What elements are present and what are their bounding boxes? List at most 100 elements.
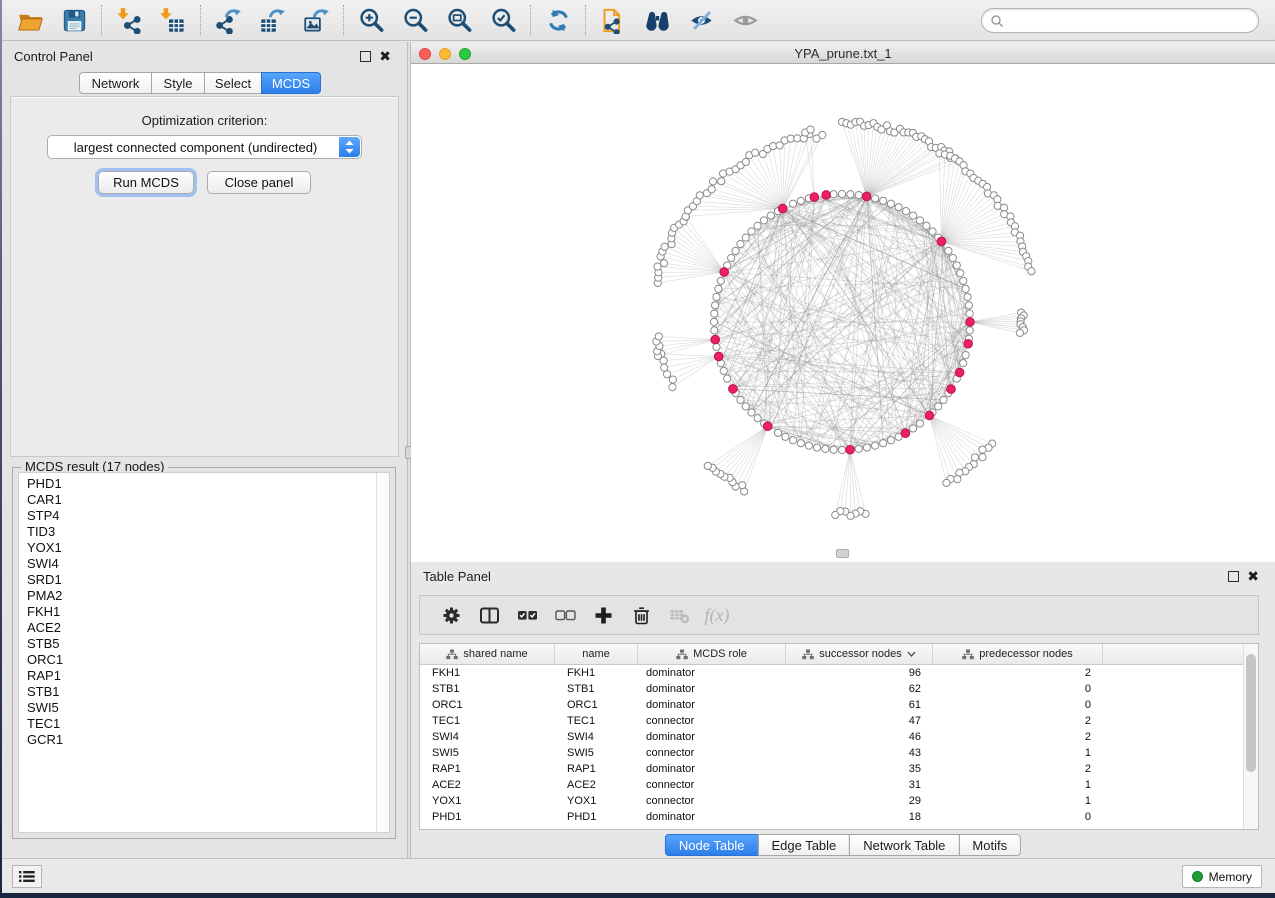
cell-predecessor_nodes: 0 (933, 809, 1103, 825)
mcds-list-scrollbar[interactable] (376, 473, 389, 832)
table-row[interactable]: TEC1TEC1connector472 (420, 713, 1258, 729)
tab-style[interactable]: Style (151, 72, 205, 94)
mcds-result-item[interactable]: STB5 (19, 636, 389, 652)
cell-mcds_role: connector (638, 713, 786, 729)
show-graphics-details-button[interactable] (723, 3, 767, 37)
mcds-result-item[interactable]: RAP1 (19, 668, 389, 684)
tab-node-table[interactable]: Node Table (665, 834, 759, 856)
import-network-button[interactable] (107, 3, 151, 37)
tab-select[interactable]: Select (204, 72, 262, 94)
close-table-panel-icon[interactable]: ✖ (1247, 568, 1259, 584)
table-scrollbar-thumb[interactable] (1246, 654, 1256, 772)
table-row[interactable]: SWI5SWI5connector431 (420, 745, 1258, 761)
delete-table-button[interactable] (660, 600, 698, 630)
hide-graphics-details-button[interactable] (679, 3, 723, 37)
cell-successor_nodes: 31 (786, 777, 933, 793)
optimization-criterion-select[interactable]: largest connected component (undirected) (47, 135, 362, 159)
column-header-predecessor-nodes[interactable]: predecessor nodes (933, 644, 1103, 664)
mcds-result-item[interactable]: PMA2 (19, 588, 389, 604)
memory-status-icon (1192, 871, 1203, 882)
binoculars-button[interactable] (635, 3, 679, 37)
tab-network-table[interactable]: Network Table (849, 834, 959, 856)
mcds-result-item[interactable]: ORC1 (19, 652, 389, 668)
zoom-fit-icon (446, 7, 473, 34)
cell-shared_name: RAP1 (420, 761, 555, 777)
network-canvas-svg (411, 64, 1275, 562)
function-builder-button[interactable]: f(x) (698, 600, 736, 630)
zoom-fit-button[interactable] (437, 3, 481, 37)
mcds-result-item[interactable]: PHD1 (19, 476, 389, 492)
mcds-result-item[interactable]: YOX1 (19, 540, 389, 556)
add-column-button[interactable] (584, 600, 622, 630)
open-file-icon (17, 7, 44, 34)
mcds-result-item[interactable]: SRD1 (19, 572, 389, 588)
table-panel: Table Panel ✖ f(x) shared namenameMCDS r… (411, 562, 1275, 858)
float-panel-icon[interactable] (360, 51, 371, 62)
collapse-grip[interactable] (836, 549, 849, 558)
task-history-button[interactable] (12, 865, 42, 888)
status-bar: Memory (2, 858, 1275, 893)
export-network-button[interactable] (206, 3, 250, 37)
gear-button[interactable] (432, 600, 470, 630)
cell-mcds_role: dominator (638, 761, 786, 777)
network-window-titlebar: YPA_prune.txt_1 (411, 43, 1275, 64)
tab-mcds[interactable]: MCDS (261, 72, 321, 94)
memory-button[interactable]: Memory (1182, 865, 1262, 888)
delete-column-button[interactable] (622, 600, 660, 630)
mcds-result-item[interactable]: CAR1 (19, 492, 389, 508)
zoom-out-button[interactable] (393, 3, 437, 37)
cell-name: TEC1 (555, 713, 638, 729)
table-row[interactable]: PHD1PHD1dominator180 (420, 809, 1258, 825)
network-canvas[interactable] (411, 64, 1275, 562)
table-row[interactable]: RAP1RAP1dominator352 (420, 761, 1258, 777)
mcds-result-item[interactable]: SWI5 (19, 700, 389, 716)
table-row[interactable]: SWI4SWI4dominator462 (420, 729, 1258, 745)
refresh-network-button[interactable] (536, 3, 580, 37)
select-all-checks-button[interactable] (508, 600, 546, 630)
export-image-button[interactable] (294, 3, 338, 37)
float-table-panel-icon[interactable] (1228, 571, 1239, 582)
column-header-shared-name[interactable]: shared name (420, 644, 555, 664)
close-panel-button[interactable]: Close panel (207, 171, 311, 194)
column-header-successor-nodes[interactable]: successor nodes (786, 644, 933, 664)
export-network-icon (215, 7, 242, 34)
mcds-result-item[interactable]: STB1 (19, 684, 389, 700)
clone-network-icon (600, 7, 627, 34)
mcds-result-item[interactable]: SWI4 (19, 556, 389, 572)
hide-graphics-details-icon (688, 7, 715, 34)
table-row[interactable]: FKH1FKH1dominator962 (420, 665, 1258, 681)
import-network-icon (116, 7, 143, 34)
tab-motifs[interactable]: Motifs (958, 834, 1021, 856)
table-scrollbar[interactable] (1243, 644, 1258, 829)
mcds-result-item[interactable]: TEC1 (19, 716, 389, 732)
clear-all-checks-button[interactable] (546, 600, 584, 630)
tab-edge-table[interactable]: Edge Table (757, 834, 850, 856)
table-row[interactable]: ORC1ORC1dominator610 (420, 697, 1258, 713)
close-panel-icon[interactable]: ✖ (379, 48, 391, 64)
search-input[interactable] (1004, 11, 1258, 31)
export-table-button[interactable] (250, 3, 294, 37)
zoom-in-button[interactable] (349, 3, 393, 37)
run-mcds-button[interactable]: Run MCDS (98, 171, 194, 194)
split-columns-button[interactable] (470, 600, 508, 630)
mcds-result-item[interactable]: STP4 (19, 508, 389, 524)
column-header-MCDS-role[interactable]: MCDS role (638, 644, 786, 664)
table-row[interactable]: YOX1YOX1connector291 (420, 793, 1258, 809)
cell-successor_nodes: 47 (786, 713, 933, 729)
import-table-icon (160, 7, 187, 34)
tab-network[interactable]: Network (79, 72, 152, 94)
table-row[interactable]: ACE2ACE2connector311 (420, 777, 1258, 793)
clone-network-button[interactable] (591, 3, 635, 37)
open-file-button[interactable] (8, 3, 52, 37)
mcds-result-item[interactable]: FKH1 (19, 604, 389, 620)
import-table-button[interactable] (151, 3, 195, 37)
toolbar-separator (200, 5, 201, 35)
mcds-result-item[interactable]: TID3 (19, 524, 389, 540)
cell-predecessor_nodes: 2 (933, 713, 1103, 729)
table-row[interactable]: STB1STB1dominator620 (420, 681, 1258, 697)
save-session-button[interactable] (52, 3, 96, 37)
column-header-name[interactable]: name (555, 644, 638, 664)
mcds-result-item[interactable]: ACE2 (19, 620, 389, 636)
mcds-result-item[interactable]: GCR1 (19, 732, 389, 748)
zoom-selected-button[interactable] (481, 3, 525, 37)
